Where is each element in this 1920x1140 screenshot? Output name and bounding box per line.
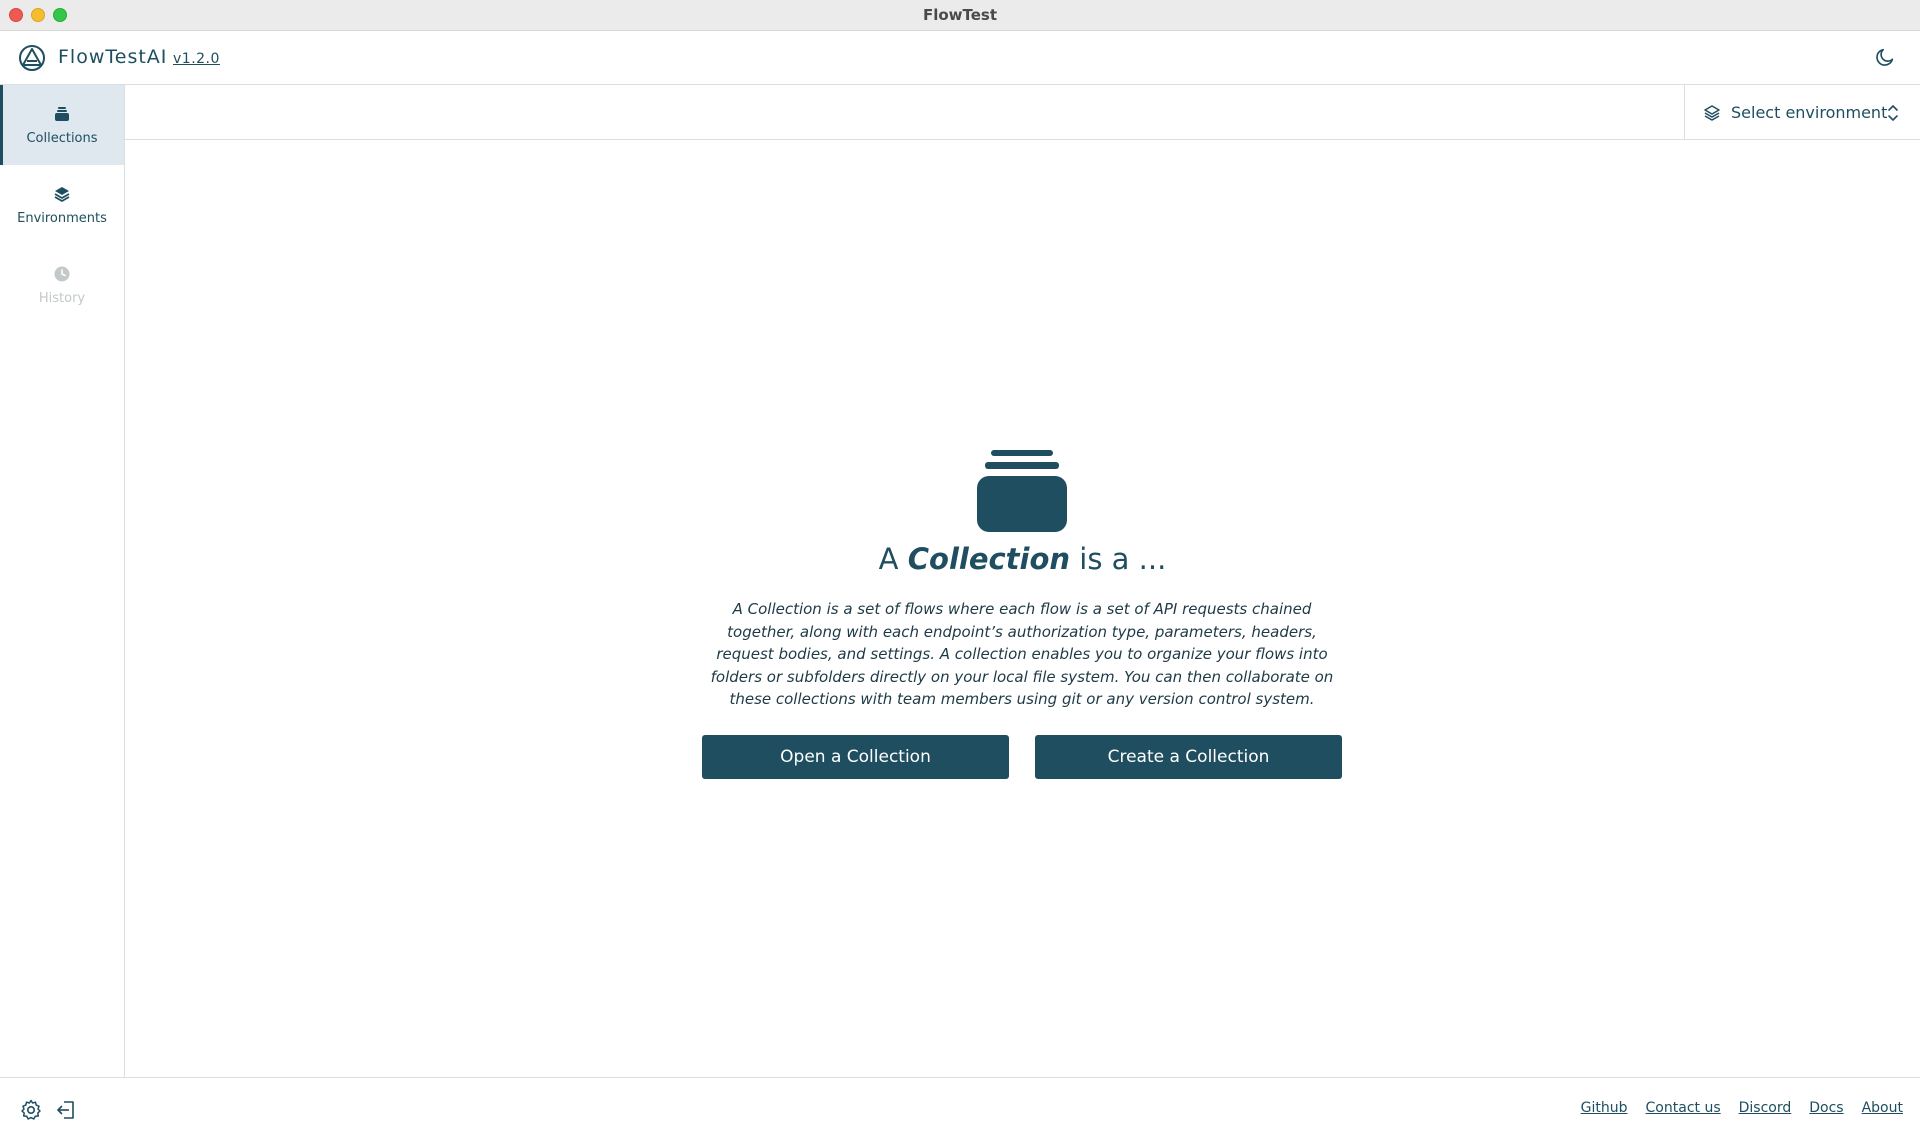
about-link[interactable]: About xyxy=(1862,1100,1903,1116)
close-window-button[interactable] xyxy=(9,8,23,22)
contact-us-link[interactable]: Contact us xyxy=(1646,1100,1721,1116)
docs-link[interactable]: Docs xyxy=(1809,1100,1843,1116)
app-brand: FlowTestAI xyxy=(58,46,168,68)
app-version-link[interactable]: v1.2.0 xyxy=(173,51,220,67)
environment-select-value: Select environment xyxy=(1731,103,1888,122)
minimize-window-button[interactable] xyxy=(31,8,45,22)
page-title: A Collection is a ... xyxy=(125,542,1920,576)
discord-link[interactable]: Discord xyxy=(1739,1100,1792,1116)
open-collection-button[interactable]: Open a Collection xyxy=(702,735,1009,779)
layers-icon xyxy=(54,186,70,202)
github-link[interactable]: Github xyxy=(1581,1100,1628,1116)
sidebar-item-environments[interactable]: Environments xyxy=(0,165,124,245)
moon-icon[interactable] xyxy=(1874,46,1896,68)
flowtest-logo-icon xyxy=(19,45,45,71)
footer: Github Contact us Discord Docs About xyxy=(0,1077,1920,1140)
collection-description: A Collection is a set of flows where eac… xyxy=(710,600,1334,708)
heading-prefix: A xyxy=(878,542,899,576)
heading-emphasis: Collection xyxy=(907,542,1071,576)
sidebar-item-label: Collections xyxy=(26,130,98,146)
maximize-window-button[interactable] xyxy=(53,8,67,22)
sidebar: Collections Environments History xyxy=(0,85,125,1077)
collection-hero-icon xyxy=(977,450,1067,532)
logout-icon[interactable] xyxy=(55,1098,79,1122)
window-titlebar: FlowTest xyxy=(0,0,1920,31)
main-topbar: Select environment xyxy=(125,85,1920,140)
main-content: A Collection is a ... A Collection is a … xyxy=(125,140,1920,1077)
footer-links: Github Contact us Discord Docs About xyxy=(1581,1100,1903,1116)
sidebar-item-label: History xyxy=(38,290,86,306)
app-header: FlowTestAI v1.2.0 xyxy=(0,31,1920,85)
sidebar-item-collections[interactable]: Collections xyxy=(0,85,124,165)
sidebar-item-label: Environments xyxy=(17,210,107,226)
window-title: FlowTest xyxy=(922,6,998,24)
gear-icon[interactable] xyxy=(19,1098,43,1122)
clock-icon xyxy=(54,266,70,281)
chevron-up-down-icon xyxy=(1888,104,1898,122)
collections-icon xyxy=(55,106,69,121)
layers-outline-icon xyxy=(1704,104,1720,121)
sidebar-item-history[interactable]: History xyxy=(0,245,124,325)
heading-suffix: is a ... xyxy=(1079,542,1167,576)
create-collection-button[interactable]: Create a Collection xyxy=(1035,735,1342,779)
environment-select[interactable]: Select environment xyxy=(1684,85,1920,140)
window-controls xyxy=(9,8,67,22)
